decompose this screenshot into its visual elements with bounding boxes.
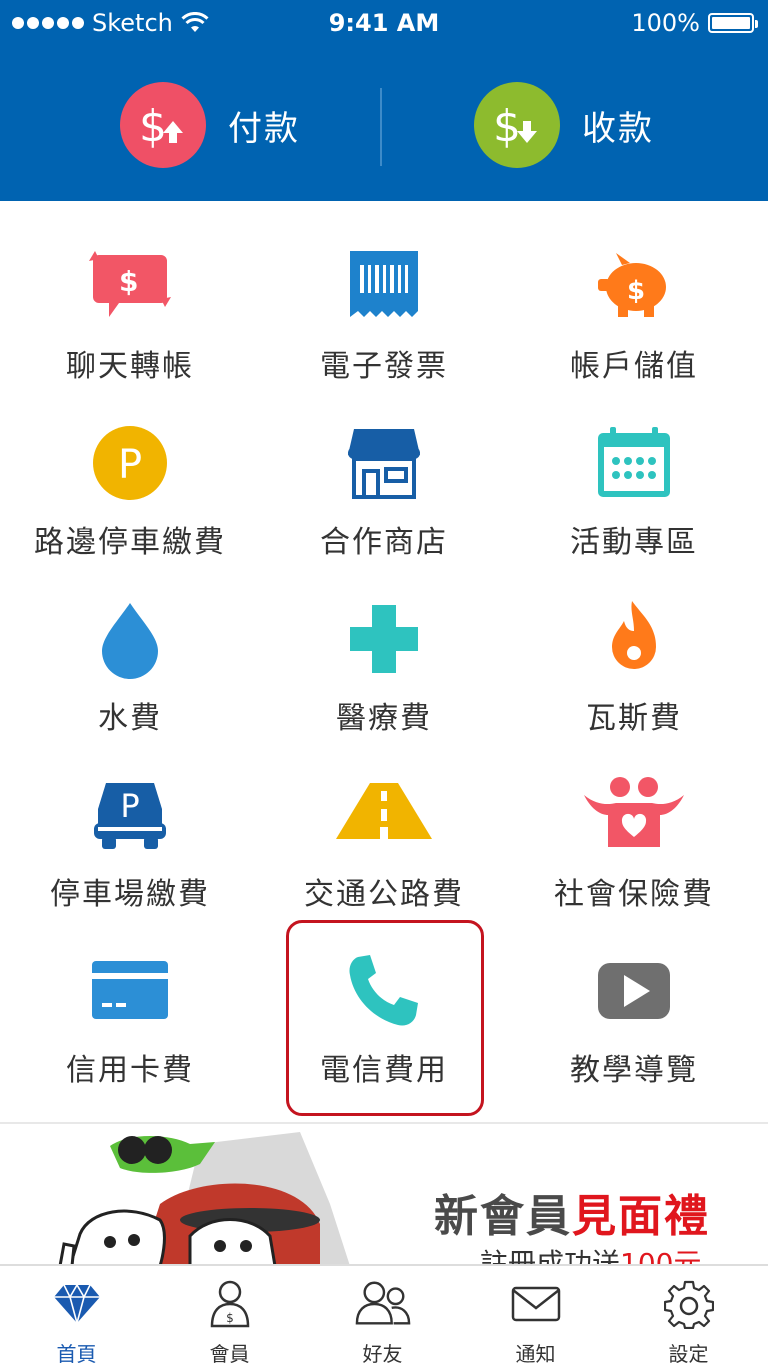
friends-icon	[355, 1278, 411, 1330]
battery-percent: 100%	[631, 9, 700, 37]
tab-label: 設定	[668, 1342, 709, 1366]
medical-cross-icon	[329, 599, 439, 679]
chat-transfer-icon: $	[75, 247, 185, 327]
svg-text:$: $	[119, 265, 138, 298]
family-heart-icon	[579, 775, 689, 855]
store-icon	[329, 423, 439, 503]
pay-button[interactable]: $ 付款	[120, 82, 300, 168]
diamond-icon	[49, 1278, 105, 1330]
road-icon	[329, 775, 439, 855]
gear-icon	[661, 1278, 717, 1330]
service-credit-card[interactable]: 信用卡費	[2, 905, 258, 1088]
tab-settings[interactable]: 設定	[612, 1266, 765, 1366]
svg-text:$: $	[493, 101, 521, 152]
tab-notifications[interactable]: 通知	[459, 1266, 612, 1366]
battery-icon	[708, 13, 758, 33]
banner-title-main: 新會員	[434, 1191, 572, 1242]
service-label: 信用卡費	[66, 1053, 194, 1088]
service-partner-stores[interactable]: 合作商店	[256, 377, 512, 560]
svg-text:P: P	[120, 787, 139, 825]
tab-friends[interactable]: 好友	[306, 1266, 459, 1366]
service-social-insurance[interactable]: 社會保險費	[506, 729, 762, 912]
service-account-topup[interactable]: $ 帳戶儲值	[506, 201, 762, 384]
service-highway-toll[interactable]: 交通公路費	[256, 729, 512, 912]
water-drop-icon	[75, 599, 185, 679]
parking-coin-icon: P	[75, 423, 185, 503]
promo-banner[interactable]: 新會員見面禮 註冊成功送100元	[0, 1122, 768, 1264]
parking-car-icon: P	[75, 775, 185, 855]
service-e-invoice[interactable]: 電子發票	[256, 201, 512, 384]
banner-title: 新會員見面禮	[434, 1180, 710, 1244]
service-street-parking[interactable]: P 路邊停車繳費	[2, 377, 258, 560]
svg-text:$: $	[627, 276, 645, 306]
banner-subtitle-main: 註冊成功送	[480, 1247, 621, 1264]
member-icon: $	[202, 1278, 258, 1330]
barcode-receipt-icon	[329, 247, 439, 327]
banner-title-highlight: 見面禮	[572, 1191, 710, 1242]
envelope-icon	[508, 1278, 564, 1330]
piggy-bank-icon: $	[579, 247, 689, 327]
service-water[interactable]: 水費	[2, 553, 258, 736]
tab-label: 會員	[209, 1342, 250, 1366]
service-parking-lot[interactable]: P 停車場繳費	[2, 729, 258, 912]
header-divider	[380, 88, 382, 166]
service-events[interactable]: 活動專區	[506, 377, 762, 560]
receive-dollar-down-icon: $	[474, 82, 560, 168]
service-label: 教學導覽	[570, 1053, 698, 1088]
calendar-icon	[579, 423, 689, 503]
banner-subtitle-amount: 100元	[620, 1247, 702, 1264]
header: Sketch 9:41 AM 100% $ 付款 $ 收款	[0, 0, 768, 201]
tab-label: 首頁	[56, 1342, 97, 1366]
flame-icon	[579, 599, 689, 679]
pay-dollar-up-icon: $	[120, 82, 206, 168]
tab-home[interactable]: 首頁	[0, 1266, 153, 1366]
pay-label: 付款	[228, 108, 300, 149]
status-bar: Sketch 9:41 AM 100%	[0, 0, 768, 46]
credit-card-icon	[75, 951, 185, 1031]
tab-label: 通知	[515, 1342, 556, 1366]
selected-service-highlight	[286, 920, 484, 1116]
status-right: 100%	[631, 9, 758, 37]
svg-text:P: P	[118, 442, 142, 488]
receive-button[interactable]: $ 收款	[474, 82, 654, 168]
mascot-illustration	[58, 1132, 350, 1264]
play-video-icon	[579, 951, 689, 1031]
service-medical[interactable]: 醫療費	[256, 553, 512, 736]
tab-bar: 首頁 $ 會員 好友 通知 設定	[0, 1264, 768, 1366]
banner-subtitle: 註冊成功送100元	[480, 1242, 701, 1264]
service-gas[interactable]: 瓦斯費	[506, 553, 762, 736]
tab-member[interactable]: $ 會員	[153, 1266, 306, 1366]
receive-label: 收款	[582, 108, 654, 149]
service-chat-transfer[interactable]: $ 聊天轉帳	[2, 201, 258, 384]
svg-text:$: $	[226, 1311, 234, 1325]
tab-label: 好友	[362, 1342, 403, 1366]
svg-text:$: $	[139, 101, 167, 152]
service-tutorial[interactable]: 教學導覽	[506, 905, 762, 1088]
